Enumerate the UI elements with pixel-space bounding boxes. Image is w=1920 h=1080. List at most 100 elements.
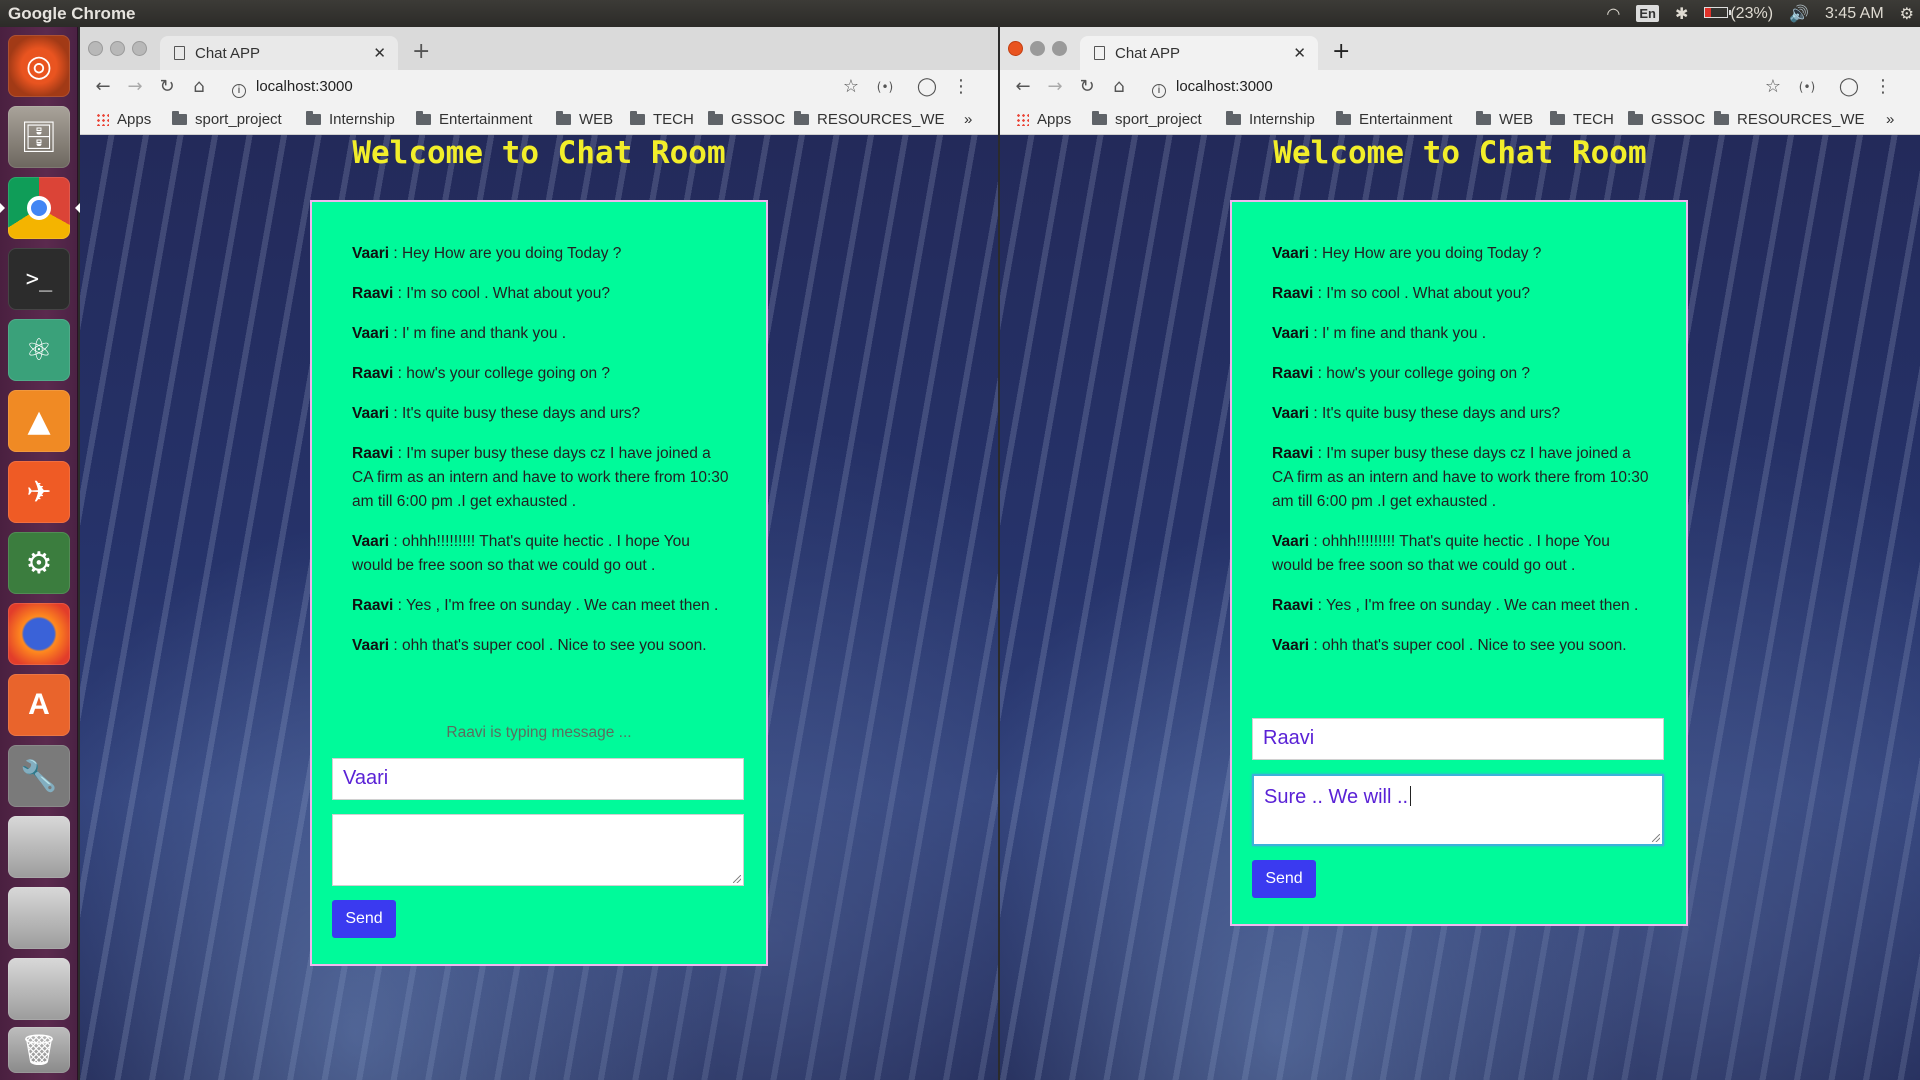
bookmark-folder[interactable]: RESOURCES_WE bbox=[794, 111, 945, 128]
forward-icon[interactable]: → bbox=[124, 76, 146, 97]
bookmark-apps[interactable]: Apps bbox=[1016, 111, 1071, 128]
bookmark-folder[interactable]: TECH bbox=[630, 111, 694, 128]
bookmark-folder[interactable]: TECH bbox=[1550, 111, 1614, 128]
back-icon[interactable]: ← bbox=[1012, 76, 1034, 97]
tab-title: Chat APP bbox=[1115, 44, 1181, 62]
info-icon[interactable]: i bbox=[232, 84, 246, 98]
bookmark-folder[interactable]: Internship bbox=[306, 111, 395, 128]
chrome-icon[interactable] bbox=[0, 177, 80, 239]
message-textarea[interactable] bbox=[332, 814, 744, 886]
forward-icon[interactable]: → bbox=[1044, 76, 1066, 97]
new-tab-icon[interactable]: + bbox=[1332, 39, 1350, 64]
bookmark-star-icon[interactable]: ☆ bbox=[840, 76, 862, 97]
extension-icon[interactable]: (•) bbox=[874, 80, 896, 94]
profile-icon[interactable]: ◯ bbox=[916, 76, 938, 97]
resize-handle[interactable] bbox=[1652, 834, 1660, 842]
bookmark-folder[interactable]: sport_project bbox=[1092, 111, 1202, 128]
bookmark-folder[interactable]: Entertainment bbox=[1336, 111, 1452, 128]
minimize-window-icon[interactable] bbox=[1030, 41, 1045, 56]
name-input[interactable]: Raavi bbox=[1252, 718, 1664, 760]
android-studio-icon[interactable]: ⚙ bbox=[8, 532, 70, 594]
atom-icon[interactable]: ⚛ bbox=[8, 319, 70, 381]
browser-window-right: Chat APP ✕ + ← → ↻ ⌂ i localhost:3000 ☆ (… bbox=[1000, 27, 1920, 1080]
firefox-icon[interactable] bbox=[8, 603, 70, 665]
minimize-window-icon[interactable] bbox=[110, 41, 125, 56]
chat-message: Raavi : I'm so cool . What about you? bbox=[352, 282, 732, 306]
close-window-icon[interactable] bbox=[88, 41, 103, 56]
vlc-icon[interactable]: ▲ bbox=[8, 390, 70, 452]
disk-drive-icon[interactable] bbox=[8, 958, 70, 1020]
chat-message: Raavi : how's your college going on ? bbox=[352, 362, 732, 386]
maximize-window-icon[interactable] bbox=[1052, 41, 1067, 56]
back-icon[interactable]: ← bbox=[92, 76, 114, 97]
tab-chat-app[interactable]: Chat APP ✕ bbox=[1080, 36, 1318, 70]
folder-icon bbox=[172, 111, 187, 125]
more-bookmarks-icon[interactable]: » bbox=[964, 111, 972, 128]
bluetooth-icon[interactable]: ✱ bbox=[1675, 4, 1688, 24]
active-app-title: Google Chrome bbox=[8, 3, 136, 23]
message-sender: Vaari bbox=[352, 637, 390, 654]
menu-icon[interactable]: ⋮ bbox=[1872, 76, 1894, 97]
bookmark-folder[interactable]: GSSOC bbox=[1628, 111, 1705, 128]
chat-message: Vaari : ohhh!!!!!!!!! That's quite hecti… bbox=[1272, 530, 1652, 578]
browser-toolbar: ← → ↻ ⌂ i localhost:3000 ☆ (•) ◯ ⋮ bbox=[80, 70, 998, 104]
bookmark-folder[interactable]: RESOURCES_WE bbox=[1714, 111, 1865, 128]
bookmark-folder[interactable]: WEB bbox=[556, 111, 613, 128]
files-icon[interactable]: 🗄 bbox=[8, 106, 70, 168]
chat-message: Vaari : ohh that's super cool . Nice to … bbox=[352, 634, 732, 658]
keyboard-layout-indicator[interactable]: En bbox=[1636, 5, 1659, 22]
send-button[interactable]: Send bbox=[332, 900, 396, 938]
disk-drive-icon[interactable] bbox=[8, 816, 70, 878]
page-icon bbox=[174, 46, 185, 60]
bookmark-folder[interactable]: WEB bbox=[1476, 111, 1533, 128]
address-bar[interactable]: i localhost:3000 bbox=[232, 78, 353, 98]
profile-icon[interactable]: ◯ bbox=[1838, 76, 1860, 97]
home-icon[interactable]: ⌂ bbox=[1108, 76, 1130, 97]
ubuntu-dash-icon[interactable]: ◎ bbox=[8, 35, 70, 97]
reload-icon[interactable]: ↻ bbox=[156, 76, 178, 97]
send-button[interactable]: Send bbox=[1252, 860, 1316, 898]
disk-drive-icon[interactable] bbox=[8, 887, 70, 949]
bookmark-folder[interactable]: Entertainment bbox=[416, 111, 532, 128]
menu-icon[interactable]: ⋮ bbox=[950, 76, 972, 97]
new-tab-icon[interactable]: + bbox=[412, 39, 430, 64]
tab-chat-app[interactable]: Chat APP ✕ bbox=[160, 36, 398, 70]
terminal-icon[interactable]: >_ bbox=[8, 248, 70, 310]
info-icon[interactable]: i bbox=[1152, 84, 1166, 98]
chat-message: Vaari : It's quite busy these days and u… bbox=[352, 402, 732, 426]
bookmark-folder[interactable]: Internship bbox=[1226, 111, 1315, 128]
bookmark-apps[interactable]: Apps bbox=[96, 111, 151, 128]
message-textarea[interactable]: Sure .. We will .. bbox=[1252, 774, 1664, 846]
more-bookmarks-icon[interactable]: » bbox=[1886, 111, 1894, 128]
address-bar[interactable]: i localhost:3000 bbox=[1152, 78, 1273, 98]
folder-icon bbox=[630, 111, 645, 125]
close-tab-icon[interactable]: ✕ bbox=[1293, 44, 1306, 62]
volume-icon[interactable]: 🔊 bbox=[1789, 4, 1809, 24]
trash-icon[interactable]: 🗑 bbox=[8, 1027, 70, 1073]
wifi-icon[interactable]: ◠ bbox=[1606, 4, 1620, 24]
message-sender: Raavi bbox=[1272, 285, 1314, 302]
chat-message: Raavi : I'm super busy these days cz I h… bbox=[1272, 442, 1652, 514]
battery-icon bbox=[1704, 6, 1732, 18]
close-window-icon[interactable] bbox=[1008, 41, 1023, 56]
postman-icon[interactable]: ✈ bbox=[8, 461, 70, 523]
message-text: : I' m fine and thank you . bbox=[1309, 325, 1487, 342]
bookmark-star-icon[interactable]: ☆ bbox=[1762, 76, 1784, 97]
reload-icon[interactable]: ↻ bbox=[1076, 76, 1098, 97]
software-center-icon[interactable]: A bbox=[8, 674, 70, 736]
home-icon[interactable]: ⌂ bbox=[188, 76, 210, 97]
bookmark-folder[interactable]: sport_project bbox=[172, 111, 282, 128]
resize-handle[interactable] bbox=[733, 875, 741, 883]
system-settings-icon[interactable]: 🔧 bbox=[8, 745, 70, 807]
battery-indicator[interactable]: (23%) bbox=[1704, 5, 1773, 23]
gear-icon[interactable]: ⚙ bbox=[1900, 4, 1914, 24]
chat-message: Vaari : It's quite busy these days and u… bbox=[1272, 402, 1652, 426]
message-text: : Yes , I'm free on sunday . We can meet… bbox=[1313, 597, 1639, 614]
maximize-window-icon[interactable] bbox=[132, 41, 147, 56]
extension-icon[interactable]: (•) bbox=[1796, 80, 1818, 94]
clock[interactable]: 3:45 AM bbox=[1825, 5, 1884, 23]
name-input[interactable]: Vaari bbox=[332, 758, 744, 800]
close-tab-icon[interactable]: ✕ bbox=[373, 44, 386, 62]
bookmark-folder[interactable]: GSSOC bbox=[708, 111, 785, 128]
apps-grid-icon bbox=[1016, 113, 1029, 126]
